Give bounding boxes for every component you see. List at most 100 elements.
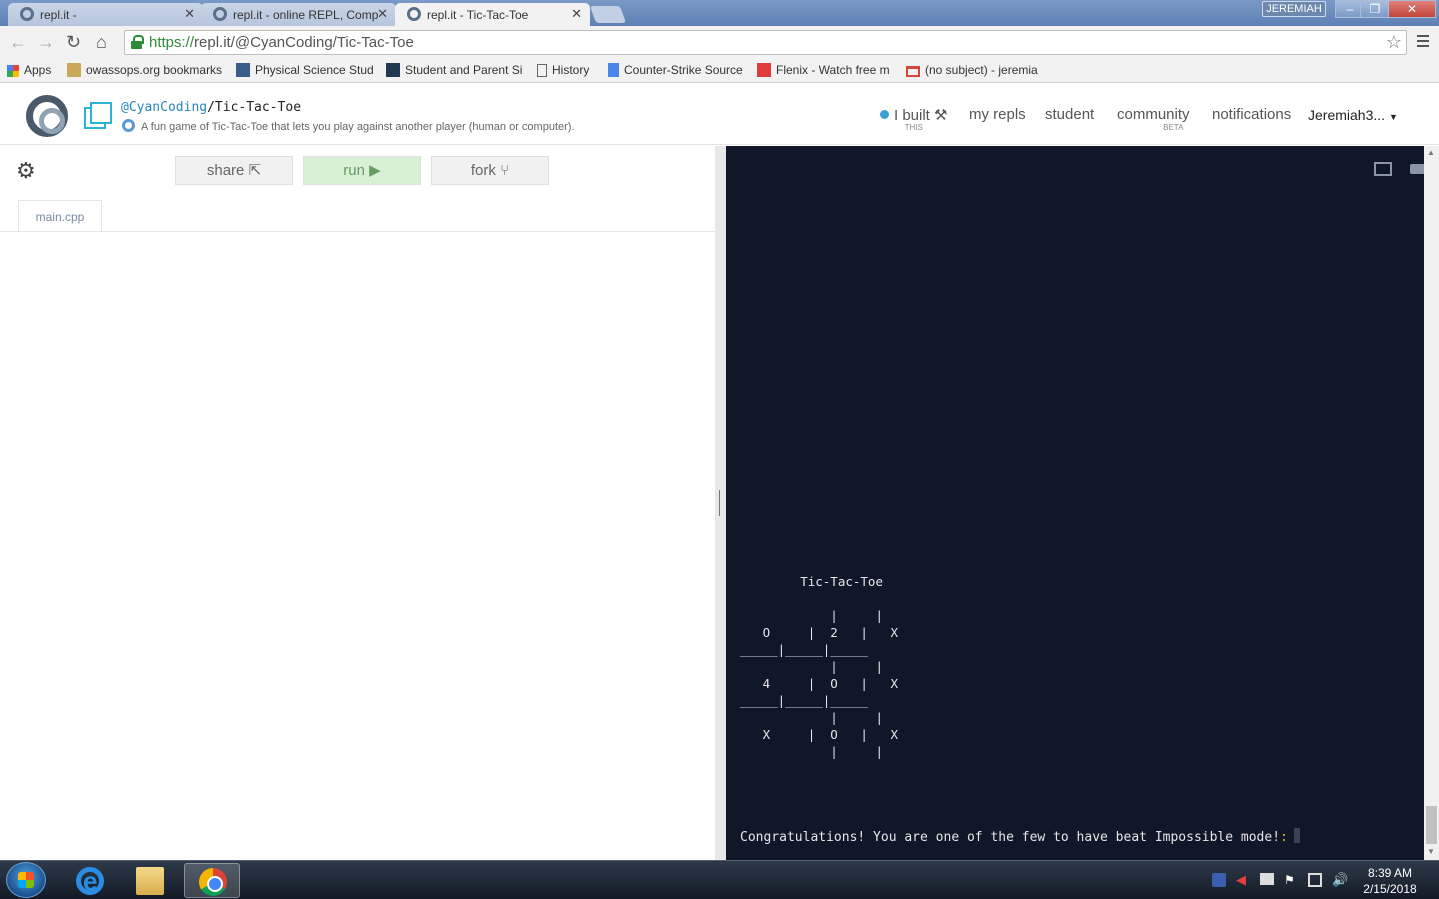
profile-badge[interactable]: JEREMIAH bbox=[1262, 1, 1326, 17]
console-expand-icon[interactable] bbox=[1374, 162, 1392, 176]
apps-grid-icon bbox=[7, 65, 19, 77]
new-tab-button[interactable] bbox=[589, 6, 627, 23]
splitter-handle[interactable] bbox=[719, 490, 720, 516]
congrats-message: Congratulations! You are one of the few … bbox=[740, 830, 1281, 845]
repl-owner-link[interactable]: @CyanCoding bbox=[121, 100, 207, 115]
nav-i-built-this[interactable]: I built ⚒ THIS bbox=[880, 106, 948, 132]
nav-notifications[interactable]: notifications bbox=[1212, 106, 1291, 123]
tab-close-icon[interactable]: ✕ bbox=[377, 6, 388, 22]
browser-title-bar: repl.it - ✕ repl.it - online REPL, Comp … bbox=[0, 0, 1439, 26]
close-window-button[interactable]: ✕ bbox=[1388, 0, 1436, 18]
bookmarks-bar: Apps owassops.org bookmarks Physical Sci… bbox=[0, 58, 1439, 83]
play-icon: ▶ bbox=[369, 162, 381, 179]
forward-icon[interactable]: → bbox=[37, 32, 55, 53]
replit-favicon-icon bbox=[20, 7, 34, 21]
nav-student[interactable]: student bbox=[1045, 106, 1094, 123]
bookmark-student-parent[interactable]: Student and Parent Si bbox=[386, 63, 523, 77]
nav-community[interactable]: community BETA bbox=[1117, 106, 1190, 132]
bookmark-folder[interactable]: owassops.org bookmarks bbox=[67, 63, 222, 77]
taskbar-chrome[interactable] bbox=[184, 863, 240, 898]
bookmark-gmail[interactable]: (no subject) - jeremia bbox=[906, 63, 1043, 77]
browser-menu-icon[interactable] bbox=[1417, 35, 1429, 47]
maximize-button[interactable]: ❐ bbox=[1360, 0, 1390, 18]
file-explorer-icon bbox=[136, 867, 164, 895]
replit-favicon-icon bbox=[213, 7, 227, 21]
tray-display-icon[interactable] bbox=[1308, 873, 1322, 887]
bookmark-history[interactable]: History bbox=[537, 63, 589, 77]
tab-title: repl.it - bbox=[40, 8, 77, 22]
nav-my-repls[interactable]: my repls bbox=[969, 106, 1026, 123]
scroll-up-icon[interactable]: ▲ bbox=[1427, 148, 1435, 157]
console-output: Tic-Tac-Toe | | O | 2 | X _____|_____|__… bbox=[740, 574, 899, 759]
tray-network-flag-icon[interactable] bbox=[1212, 873, 1226, 887]
tab-close-icon[interactable]: ✕ bbox=[571, 6, 582, 22]
clock-date: 2/15/2018 bbox=[1363, 882, 1417, 896]
scroll-down-icon[interactable]: ▼ bbox=[1427, 847, 1435, 856]
taskbar-internet-explorer[interactable] bbox=[62, 863, 118, 898]
site-favicon-icon bbox=[386, 63, 400, 77]
url-text[interactable]: https://repl.it/@CyanCoding/Tic-Tac-Toe bbox=[149, 34, 414, 51]
repl-description: A fun game of Tic-Tac-Toe that lets you … bbox=[122, 119, 575, 133]
share-button[interactable]: share ⇱ bbox=[175, 156, 293, 185]
replit-favicon-icon bbox=[407, 7, 421, 21]
repl-name: Tic-Tac-Toe bbox=[214, 100, 302, 115]
doc-icon bbox=[608, 63, 619, 77]
bookmark-star-icon[interactable]: ☆ bbox=[1386, 32, 1402, 53]
file-tab-main-cpp[interactable]: main.cpp bbox=[18, 200, 102, 232]
bookmark-physical-science[interactable]: Physical Science Stud bbox=[236, 63, 373, 77]
tab-title: repl.it - Tic-Tac-Toe bbox=[427, 8, 529, 22]
taskbar-file-explorer[interactable] bbox=[122, 863, 178, 898]
reload-icon[interactable]: ↻ bbox=[66, 32, 81, 53]
console-cursor[interactable] bbox=[1293, 828, 1300, 843]
run-button[interactable]: run ▶ bbox=[303, 156, 421, 185]
fork-icon: ⑂ bbox=[500, 162, 510, 179]
user-menu[interactable]: Jeremiah3... ▼ bbox=[1308, 107, 1398, 123]
hammer-icon: ⚒ bbox=[934, 107, 948, 124]
editor-pane: ⚙ share ⇱ run ▶ fork ⑂ main.cpp bbox=[0, 146, 715, 860]
windows-taskbar: ◀ ⚑ 🔊 8:39 AM 2/15/2018 bbox=[0, 860, 1439, 899]
internet-explorer-icon bbox=[76, 866, 104, 897]
url-scheme: https:// bbox=[149, 34, 195, 51]
browser-tab-2[interactable]: repl.it - online REPL, Comp ✕ bbox=[201, 3, 396, 26]
tab-close-icon[interactable]: ✕ bbox=[184, 6, 195, 22]
repl-header: @CyanCoding/Tic-Tac-Toe A fun game of Ti… bbox=[0, 84, 1439, 145]
taskbar-clock[interactable]: 8:39 AM 2/15/2018 bbox=[1360, 865, 1420, 897]
clear-console-icon[interactable] bbox=[1410, 164, 1424, 174]
tab-title: repl.it - online REPL, Comp bbox=[233, 8, 379, 22]
cpp-language-icon bbox=[122, 119, 135, 132]
tray-device-icon[interactable] bbox=[1260, 873, 1274, 885]
console-pane[interactable]: Tic-Tac-Toe | | O | 2 | X _____|_____|__… bbox=[726, 146, 1424, 860]
browser-tab-3-active[interactable]: repl.it - Tic-Tac-Toe ✕ bbox=[395, 3, 590, 26]
site-favicon-icon bbox=[236, 63, 250, 77]
replit-logo-icon[interactable] bbox=[26, 95, 68, 137]
bookmark-apps[interactable]: Apps bbox=[7, 63, 51, 77]
bookmark-flenix[interactable]: Flenix - Watch free m bbox=[757, 63, 894, 77]
browser-toolbar: ← → ↻ ⌂ https://repl.it/@CyanCoding/Tic-… bbox=[0, 26, 1439, 58]
browser-tab-1[interactable]: repl.it - ✕ bbox=[8, 3, 203, 26]
console-prompt: : bbox=[1280, 830, 1288, 845]
settings-gear-icon[interactable]: ⚙ bbox=[16, 160, 36, 182]
bookmark-counter-strike[interactable]: Counter-Strike Source bbox=[608, 63, 745, 77]
gmail-icon bbox=[906, 66, 920, 77]
pane-splitter[interactable] bbox=[715, 146, 726, 860]
fork-button[interactable]: fork ⑂ bbox=[431, 156, 549, 185]
tray-alert-icon[interactable]: ◀ bbox=[1236, 873, 1250, 887]
chrome-icon bbox=[199, 868, 227, 896]
console-final-line: Congratulations! You are one of the few … bbox=[740, 828, 1300, 845]
folder-icon bbox=[67, 63, 81, 77]
start-button[interactable] bbox=[6, 862, 46, 898]
secure-lock-icon bbox=[131, 35, 144, 49]
windows-logo-icon bbox=[18, 872, 34, 888]
back-icon[interactable]: ← bbox=[9, 32, 27, 53]
address-bar[interactable]: https://repl.it/@CyanCoding/Tic-Tac-Toe … bbox=[124, 30, 1407, 55]
tray-action-flag-icon[interactable]: ⚑ bbox=[1284, 873, 1298, 887]
home-icon[interactable]: ⌂ bbox=[96, 32, 107, 53]
scrollbar-thumb[interactable] bbox=[1426, 806, 1437, 844]
caret-down-icon: ▼ bbox=[1388, 112, 1398, 122]
clock-time: 8:39 AM bbox=[1367, 866, 1413, 880]
flenix-icon bbox=[757, 63, 771, 77]
tray-volume-icon[interactable]: 🔊 bbox=[1332, 873, 1348, 887]
page-scrollbar[interactable]: ▲ ▼ bbox=[1424, 146, 1439, 860]
status-dot-icon bbox=[880, 110, 889, 119]
repl-title: @CyanCoding/Tic-Tac-Toe bbox=[121, 100, 302, 115]
